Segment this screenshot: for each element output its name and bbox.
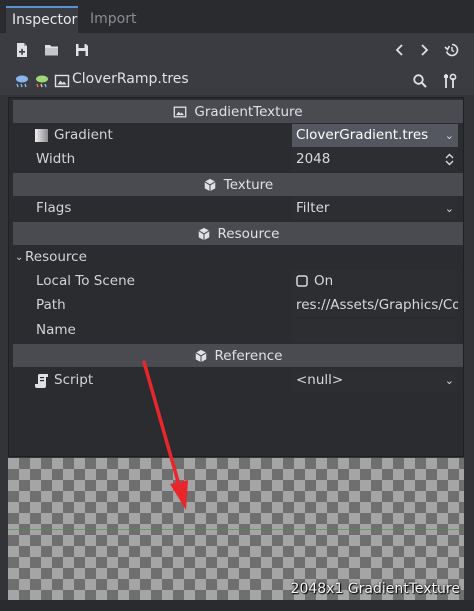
annotation-arrow-shaft bbox=[142, 360, 183, 494]
annotation-arrow bbox=[142, 360, 188, 510]
annotation-arrow-head bbox=[170, 480, 188, 510]
